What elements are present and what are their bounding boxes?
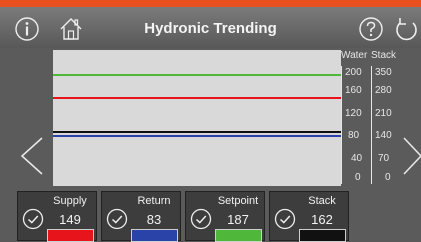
header-bar: Hydronic Trending [0,7,421,48]
color-swatch [299,229,346,242]
back-icon[interactable] [391,14,421,44]
tile-value: 149 [59,212,81,227]
trend-plot-area [53,50,341,186]
tile-value: 83 [146,212,162,227]
water-tick: 120 [345,108,362,119]
stack-axis-title: Stack [371,50,397,61]
water-tick: 40 [351,153,363,164]
chevron-left-icon[interactable] [18,134,46,178]
home-icon[interactable] [56,14,86,44]
tile-value: 162 [311,212,333,227]
tile-label: Stack [308,195,336,207]
chevron-right-icon[interactable] [402,134,421,178]
tile-value: 187 [227,212,249,227]
setpoint-trend-line [53,74,341,76]
check-circle-icon[interactable] [22,208,44,230]
stack-tick: 140 [375,130,392,141]
color-swatch [131,229,178,242]
help-icon[interactable] [356,14,386,44]
stack-tick: 210 [375,108,392,119]
check-circle-icon[interactable] [190,208,212,230]
stack-axis-line [371,66,372,184]
check-circle-icon[interactable] [106,208,128,230]
color-swatch [215,229,262,242]
return-trend-line [53,135,341,137]
tile-label: Setpoint [217,195,259,207]
info-icon[interactable] [12,14,42,44]
setpoint-tile[interactable]: Setpoint 187 [185,191,265,242]
supply-tile[interactable]: Supply 149 [17,191,97,242]
stack-tick: 280 [375,85,392,96]
hydronic-trending-screen: Hydronic Trending Water Stack 200 160 12… [0,0,421,242]
water-tick: 160 [345,85,362,96]
color-swatch [47,229,94,242]
water-tick: 200 [345,67,362,78]
check-circle-icon[interactable] [274,208,296,230]
water-axis-title: Water [341,50,368,61]
return-tile[interactable]: Return 83 [101,191,181,242]
stack-tick: 350 [375,67,392,78]
water-tick: 80 [348,130,360,141]
tile-label: Return [137,195,171,207]
tile-label: Supply [53,195,87,207]
stack-tick: 70 [378,153,390,164]
water-axis-line [341,66,342,184]
stack-tile[interactable]: Stack 162 [269,191,349,242]
stack-tick: 0 [385,172,391,183]
stack-trend-line [53,131,341,133]
supply-trend-line [53,97,341,99]
top-accent-strip [0,0,421,7]
legend-tiles: Supply 149 Return 83 Setpoint 187 Stack … [17,191,421,242]
water-tick: 0 [355,172,361,183]
